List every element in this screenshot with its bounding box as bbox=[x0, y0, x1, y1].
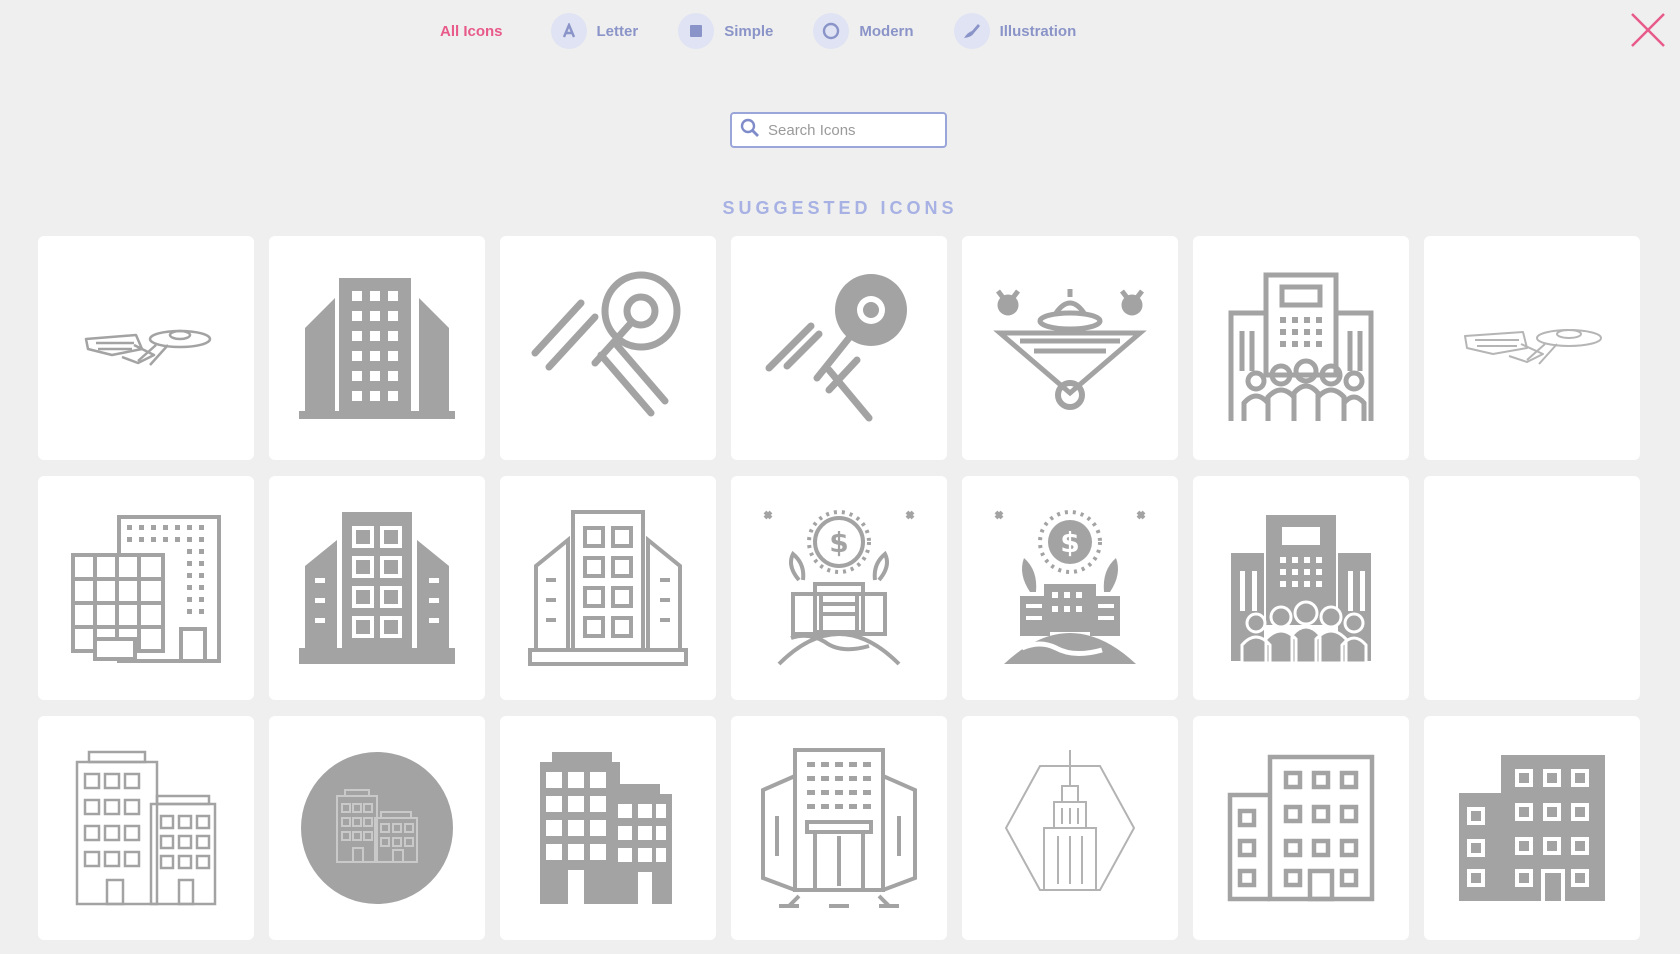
icon-card[interactable] bbox=[500, 236, 716, 460]
icon-card[interactable] bbox=[1193, 236, 1409, 460]
icon-card[interactable] bbox=[38, 716, 254, 940]
search-box bbox=[730, 112, 947, 148]
tab-label: Letter bbox=[596, 22, 639, 40]
circle-outline-icon bbox=[813, 13, 850, 49]
icon-card[interactable]: $ bbox=[731, 476, 947, 700]
apartment-outline-icon bbox=[1227, 754, 1375, 902]
icon-card[interactable] bbox=[731, 236, 947, 460]
building-windows-outline-icon bbox=[528, 510, 688, 666]
icon-card[interactable] bbox=[1424, 236, 1640, 460]
icon-card[interactable] bbox=[962, 236, 1178, 460]
brush-icon bbox=[953, 13, 990, 49]
close-icon[interactable] bbox=[1626, 8, 1670, 52]
tab-modern[interactable]: Modern bbox=[813, 13, 914, 49]
icon-card[interactable] bbox=[731, 716, 947, 940]
building-solid-icon bbox=[299, 278, 455, 419]
tab-label: All Icons bbox=[440, 22, 503, 40]
tab-label: Simple bbox=[724, 22, 774, 40]
money-globe-outline-icon: $ bbox=[763, 510, 915, 666]
icon-card[interactable] bbox=[269, 476, 485, 700]
icon-card[interactable] bbox=[1424, 716, 1640, 940]
icon-card[interactable] bbox=[1193, 716, 1409, 940]
tab-letter[interactable]: Letter bbox=[550, 13, 639, 49]
building-windows-solid-icon bbox=[299, 512, 455, 664]
icon-card[interactable] bbox=[38, 476, 254, 700]
money-globe-solid-icon: $ bbox=[994, 510, 1146, 664]
city-blocks-solid-icon bbox=[540, 752, 672, 904]
icon-card[interactable] bbox=[500, 476, 716, 700]
starship-outline-icon bbox=[84, 329, 212, 366]
apartment-solid-icon bbox=[1459, 755, 1605, 901]
icon-card[interactable] bbox=[962, 716, 1178, 940]
building-circle-icon bbox=[301, 752, 453, 904]
icon-style-tabs: All Icons Letter Simple Modern Illustrat… bbox=[440, 13, 1116, 49]
tab-label: Illustration bbox=[999, 22, 1077, 40]
space-station-icon bbox=[993, 289, 1147, 410]
icon-card[interactable] bbox=[500, 716, 716, 940]
tab-illustration[interactable]: Illustration bbox=[953, 13, 1077, 49]
enterprise-solid-icon bbox=[765, 274, 907, 422]
apartments-outline-icon bbox=[75, 750, 217, 906]
enterprise-outline-icon bbox=[531, 271, 681, 417]
tab-all-icons[interactable]: All Icons bbox=[440, 23, 503, 40]
tab-label: Modern bbox=[859, 22, 914, 40]
svg-text:$: $ bbox=[829, 526, 848, 559]
office-crowd-solid-icon bbox=[1231, 514, 1371, 664]
icon-grid: $ $ bbox=[38, 236, 1640, 940]
section-title: SUGGESTED ICONS bbox=[722, 198, 958, 218]
search-icon bbox=[740, 118, 760, 143]
empire-state-icon bbox=[1004, 750, 1136, 891]
office-entrance-outline-icon bbox=[761, 747, 917, 908]
search-input[interactable] bbox=[766, 120, 940, 140]
starship-outline-light-icon bbox=[1464, 329, 1602, 365]
icon-card[interactable] bbox=[269, 716, 485, 940]
icon-card[interactable]: $ bbox=[962, 476, 1178, 700]
icon-card[interactable] bbox=[269, 236, 485, 460]
svg-text:$: $ bbox=[1060, 526, 1079, 559]
square-icon bbox=[678, 13, 715, 49]
icon-card[interactable] bbox=[1424, 476, 1640, 700]
tab-simple[interactable]: Simple bbox=[678, 13, 773, 49]
letter-a-icon bbox=[550, 13, 587, 49]
office-block-outline-icon bbox=[70, 514, 221, 663]
icon-card[interactable] bbox=[1193, 476, 1409, 700]
office-crowd-outline-icon bbox=[1228, 272, 1374, 421]
icon-card[interactable] bbox=[38, 236, 254, 460]
